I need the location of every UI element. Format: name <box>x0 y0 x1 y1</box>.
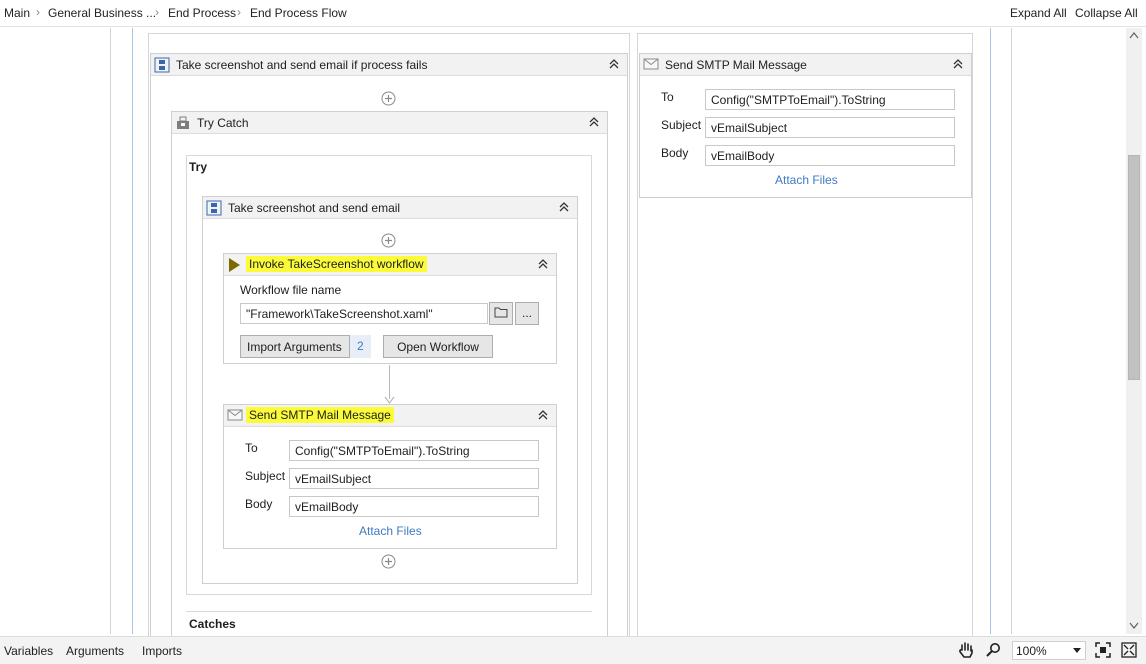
try-label: Try <box>189 160 208 174</box>
canvas-guide-line <box>132 28 133 634</box>
import-arguments-count-badge: 2 <box>350 335 371 358</box>
workflow-file-name-input[interactable]: "Framework\TakeScreenshot.xaml" <box>240 303 488 324</box>
flow-arrow-icon <box>384 396 395 404</box>
to-label: To <box>245 441 258 455</box>
smtp-mail-title: Send SMTP Mail Message <box>246 407 394 423</box>
to-field-right[interactable]: Config("SMTPToEmail").ToString <box>705 89 955 110</box>
attach-files-link-right[interactable]: Attach Files <box>775 173 838 187</box>
inner-sequence-header[interactable]: Take screenshot and send email <box>203 197 577 219</box>
catches-divider <box>186 611 592 612</box>
breadcrumb-item-end-process-flow[interactable]: End Process Flow <box>250 6 347 20</box>
try-catch-icon <box>177 116 189 129</box>
zoom-search-icon[interactable] <box>985 642 1001 658</box>
collapse-chevron-icon[interactable] <box>587 115 601 129</box>
subject-field[interactable]: vEmailSubject <box>289 468 539 489</box>
breadcrumb-separator-icon: › <box>237 5 241 19</box>
tab-variables[interactable]: Variables <box>4 644 53 658</box>
browse-folder-button[interactable] <box>489 302 513 325</box>
canvas-guide-line <box>110 28 111 634</box>
add-activity-icon[interactable] <box>381 91 396 106</box>
mail-icon <box>227 409 243 421</box>
add-activity-icon[interactable] <box>381 554 396 569</box>
catches-label: Catches <box>189 617 236 631</box>
collapse-chevron-icon[interactable] <box>557 200 571 214</box>
canvas-guide-line <box>990 28 991 634</box>
reset-zoom-icon[interactable] <box>1121 642 1137 658</box>
to-field[interactable]: Config("SMTPToEmail").ToString <box>289 440 539 461</box>
invoke-workflow-icon <box>229 258 240 272</box>
hand-pan-icon[interactable] <box>958 641 974 659</box>
tab-arguments[interactable]: Arguments <box>66 644 124 658</box>
collapse-chevron-icon[interactable] <box>536 408 550 422</box>
folder-icon <box>494 307 508 318</box>
expand-all-button[interactable]: Expand All <box>1010 6 1067 20</box>
zoom-level-select[interactable]: 100% <box>1012 641 1086 660</box>
body-field-right[interactable]: vEmailBody <box>705 145 955 166</box>
smtp-mail-header[interactable]: Send SMTP Mail Message <box>224 405 556 427</box>
fit-to-screen-icon[interactable] <box>1095 642 1111 658</box>
open-workflow-button[interactable]: Open Workflow <box>383 335 493 358</box>
invoke-workflow-header[interactable]: Invoke TakeScreenshot workflow <box>224 254 556 276</box>
workflow-file-name-label: Workflow file name <box>240 283 342 297</box>
collapse-chevron-icon[interactable] <box>536 257 550 271</box>
outer-sequence-title: Take screenshot and send email if proces… <box>176 58 428 72</box>
zoom-level-value: 100% <box>1016 644 1047 658</box>
try-catch-header[interactable]: Try Catch <box>172 112 607 134</box>
breadcrumb-separator-icon: › <box>155 5 159 19</box>
collapse-chevron-icon[interactable] <box>607 57 621 71</box>
body-field[interactable]: vEmailBody <box>289 496 539 517</box>
subject-label: Subject <box>245 469 286 483</box>
smtp-mail-header-right[interactable]: Send SMTP Mail Message <box>640 54 971 76</box>
to-label-right: To <box>661 90 674 104</box>
breadcrumb-item-main[interactable]: Main <box>4 6 30 20</box>
tab-imports[interactable]: Imports <box>142 644 182 658</box>
subject-label-right: Subject <box>661 118 702 132</box>
breadcrumb-item-end-process[interactable]: End Process <box>168 6 236 20</box>
breadcrumb-separator-icon: › <box>36 5 40 19</box>
flow-connector <box>389 365 390 399</box>
try-catch-title: Try Catch <box>197 116 249 130</box>
canvas-guide-line <box>1011 28 1012 634</box>
mail-icon <box>643 58 659 70</box>
body-label-right: Body <box>661 146 689 160</box>
add-activity-icon[interactable] <box>381 233 396 248</box>
browse-expression-button[interactable]: ... <box>515 302 539 325</box>
smtp-mail-title-right: Send SMTP Mail Message <box>665 58 807 72</box>
sequence-icon <box>154 57 170 73</box>
collapse-all-button[interactable]: Collapse All <box>1075 6 1138 20</box>
scroll-down-icon[interactable] <box>1129 622 1139 630</box>
bottom-panel-bar: Variables Arguments Imports 100% <box>0 636 1146 664</box>
attach-files-link[interactable]: Attach Files <box>359 524 422 538</box>
body-label: Body <box>245 497 273 511</box>
breadcrumb-item-general-business[interactable]: General Business ... <box>48 6 156 20</box>
collapse-chevron-icon[interactable] <box>951 57 965 71</box>
invoke-workflow-title: Invoke TakeScreenshot workflow <box>246 256 427 272</box>
vertical-scrollbar-thumb[interactable] <box>1128 155 1140 380</box>
subject-field-right[interactable]: vEmailSubject <box>705 117 955 138</box>
chevron-down-icon <box>1073 648 1081 653</box>
scroll-up-icon[interactable] <box>1129 31 1139 39</box>
import-arguments-button[interactable]: Import Arguments <box>240 335 350 358</box>
outer-sequence-header[interactable]: Take screenshot and send email if proces… <box>151 54 627 76</box>
sequence-icon <box>206 200 222 216</box>
inner-sequence-title: Take screenshot and send email <box>228 201 401 215</box>
breadcrumb-bar: Main › General Business ... › End Proces… <box>0 0 1146 27</box>
